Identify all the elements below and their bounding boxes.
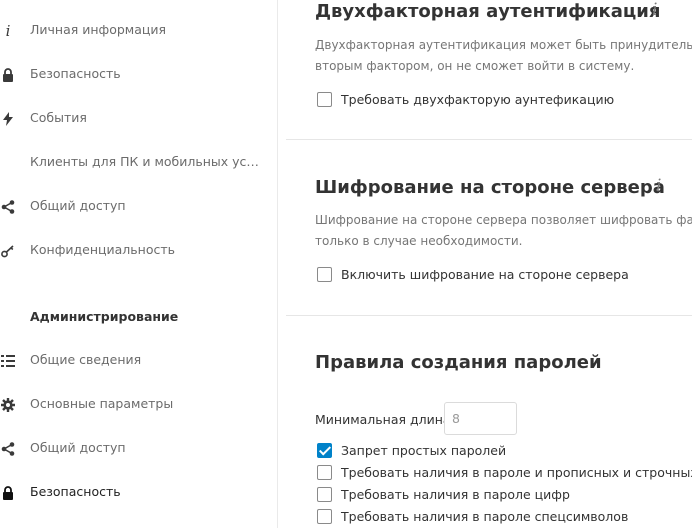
twofactor-enforce-checkbox[interactable]: Требовать двухфакторую аунтефикацию bbox=[317, 88, 614, 110]
section-divider bbox=[286, 139, 692, 140]
sidebar-item-personal-info[interactable]: i Личная информация bbox=[0, 16, 277, 46]
sidebar-item-clients[interactable]: Клиенты для ПК и мобильных устройств bbox=[0, 148, 277, 178]
share-icon bbox=[0, 199, 16, 215]
twofactor-description-line2: вторым фактором, он не сможет войти в си… bbox=[315, 59, 635, 73]
twofactor-title: Двухфакторная аутентификация bbox=[315, 1, 661, 22]
encryption-description-line1: Шифрование на стороне сервера позволяет … bbox=[315, 213, 692, 227]
sidebar-item-sharing[interactable]: Общий доступ bbox=[0, 192, 277, 222]
info-icon[interactable]: i bbox=[656, 176, 661, 196]
checkbox[interactable] bbox=[317, 266, 332, 282]
section-divider bbox=[286, 315, 692, 316]
settings-content: Двухфакторная аутентификация i Двухфакто… bbox=[286, 0, 692, 528]
checkbox-label: Требовать двухфакторую аунтефикацию bbox=[341, 91, 615, 107]
info-icon[interactable]: i bbox=[652, 0, 657, 20]
sidebar-item-admin-security[interactable]: Безопасность bbox=[0, 478, 277, 508]
checkbox[interactable] bbox=[317, 486, 332, 502]
admin-section-heading: Администрирование bbox=[30, 309, 179, 324]
password-policy-title: Правила создания паролей bbox=[315, 352, 602, 373]
sidebar-item-overview[interactable]: Общие сведения bbox=[0, 346, 277, 376]
checkbox-label: Требовать наличия в пароле спецсимволов bbox=[341, 508, 629, 524]
lock-icon bbox=[0, 67, 16, 83]
sidebar-item-label: События bbox=[30, 110, 87, 125]
checkbox-label: Требовать наличия в пароле и прописных и… bbox=[341, 464, 692, 480]
checkbox[interactable] bbox=[317, 464, 332, 480]
password-option-row[interactable]: Запрет простых паролей bbox=[317, 439, 506, 461]
twofactor-description-line1: Двухфакторная аутентификация может быть … bbox=[315, 38, 692, 52]
sidebar-item-label: Безопасность bbox=[30, 484, 121, 499]
checkbox-label: Запрет простых паролей bbox=[341, 442, 507, 458]
sidebar-item-label: Личная информация bbox=[30, 22, 167, 37]
min-length-label: Минимальная длина bbox=[315, 412, 451, 427]
sidebar-item-label: Общие сведения bbox=[30, 352, 142, 367]
checkbox-label: Требовать наличия в пароле цифр bbox=[341, 486, 570, 502]
sidebar-item-security[interactable]: Безопасность bbox=[0, 60, 277, 90]
password-option-row[interactable]: Требовать наличия в пароле и прописных и… bbox=[317, 461, 692, 483]
sidebar-item-label: Конфиденциальность bbox=[30, 242, 176, 257]
encryption-title: Шифрование на стороне сервера bbox=[315, 177, 665, 198]
key-icon bbox=[0, 243, 16, 259]
share-icon bbox=[0, 441, 16, 457]
sidebar-item-basic-settings[interactable]: Основные параметры bbox=[0, 390, 277, 420]
password-option-row[interactable]: Требовать наличия в пароле спецсимволов bbox=[317, 505, 628, 527]
sidebar-item-label: Безопасность bbox=[30, 66, 121, 81]
list-icon bbox=[0, 353, 16, 369]
info-icon: i bbox=[5, 22, 11, 40]
sidebar-item-privacy[interactable]: Конфиденциальность bbox=[0, 236, 277, 266]
checkbox[interactable] bbox=[317, 91, 332, 107]
checkbox-label: Включить шифрование на стороне сервера bbox=[341, 266, 629, 282]
encryption-enable-checkbox[interactable]: Включить шифрование на стороне сервера bbox=[317, 263, 629, 285]
lock-icon bbox=[0, 485, 16, 501]
settings-sidebar: i Личная информация Безопасность События… bbox=[0, 0, 278, 528]
gear-icon bbox=[0, 397, 16, 413]
sidebar-item-label: Общий доступ bbox=[30, 440, 126, 455]
password-option-row[interactable]: Требовать наличия в пароле цифр bbox=[317, 483, 570, 505]
encryption-description-line2: только в случае необходимости. bbox=[315, 234, 523, 248]
sidebar-item-label: Общий доступ bbox=[30, 198, 126, 213]
checkbox-checked[interactable] bbox=[317, 442, 332, 458]
sidebar-item-label: Основные параметры bbox=[30, 396, 174, 411]
sidebar-item-label: Клиенты для ПК и мобильных устройств bbox=[30, 154, 266, 169]
sidebar-item-admin-sharing[interactable]: Общий доступ bbox=[0, 434, 277, 464]
lightning-icon bbox=[0, 111, 16, 127]
sidebar-item-activity[interactable]: События bbox=[0, 104, 277, 134]
checkbox[interactable] bbox=[317, 508, 332, 524]
min-length-input[interactable]: 8 bbox=[444, 402, 517, 435]
